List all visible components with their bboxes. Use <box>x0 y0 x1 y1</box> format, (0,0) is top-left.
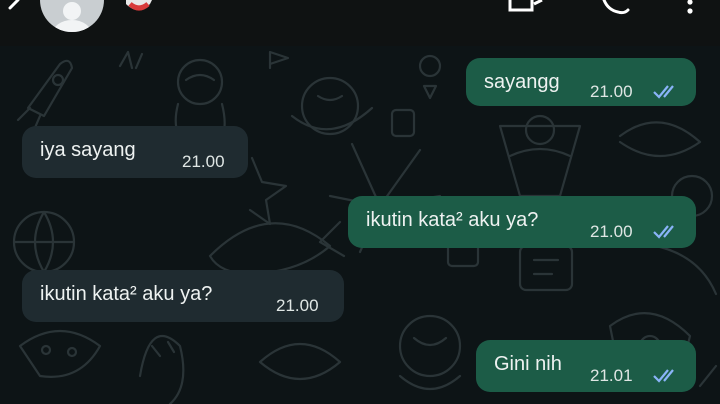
read-receipt-icon <box>653 369 674 383</box>
message-text: ikutin kata² aku ya? <box>40 283 213 305</box>
message-time: 21.01 <box>590 366 633 385</box>
message-time: 21.00 <box>182 152 225 171</box>
emoji-icon <box>126 0 152 11</box>
chat-area[interactable]: sayangg 21.00 iya sayang 21.00 ikutin ka… <box>0 46 720 404</box>
message-text: Gini nih <box>494 353 562 375</box>
message-time: 21.00 <box>590 222 633 241</box>
message-bubble-outgoing[interactable]: sayangg 21.00 <box>466 58 696 106</box>
chat-header <box>0 0 720 46</box>
read-receipt-icon <box>653 85 674 99</box>
message-bubble-incoming[interactable]: iya sayang 21.00 <box>22 126 248 178</box>
video-call-icon[interactable] <box>506 0 544 16</box>
message-text: iya sayang <box>40 139 136 161</box>
message-text: sayangg <box>484 71 560 93</box>
message-time: 21.00 <box>276 296 319 315</box>
phone-icon[interactable] <box>600 0 632 16</box>
message-bubble-outgoing[interactable]: ikutin kata² aku ya? 21.00 <box>348 196 696 248</box>
message-bubble-outgoing[interactable]: Gini nih 21.01 <box>476 340 696 392</box>
message-time: 21.00 <box>590 82 633 101</box>
message-text: ikutin kata² aku ya? <box>366 209 539 231</box>
message-bubble-incoming[interactable]: ikutin kata² aku ya? 21.00 <box>22 270 344 322</box>
avatar[interactable] <box>40 0 104 32</box>
more-vertical-icon[interactable] <box>682 0 698 16</box>
back-arrow-icon[interactable] <box>4 0 24 16</box>
read-receipt-icon <box>653 225 674 239</box>
